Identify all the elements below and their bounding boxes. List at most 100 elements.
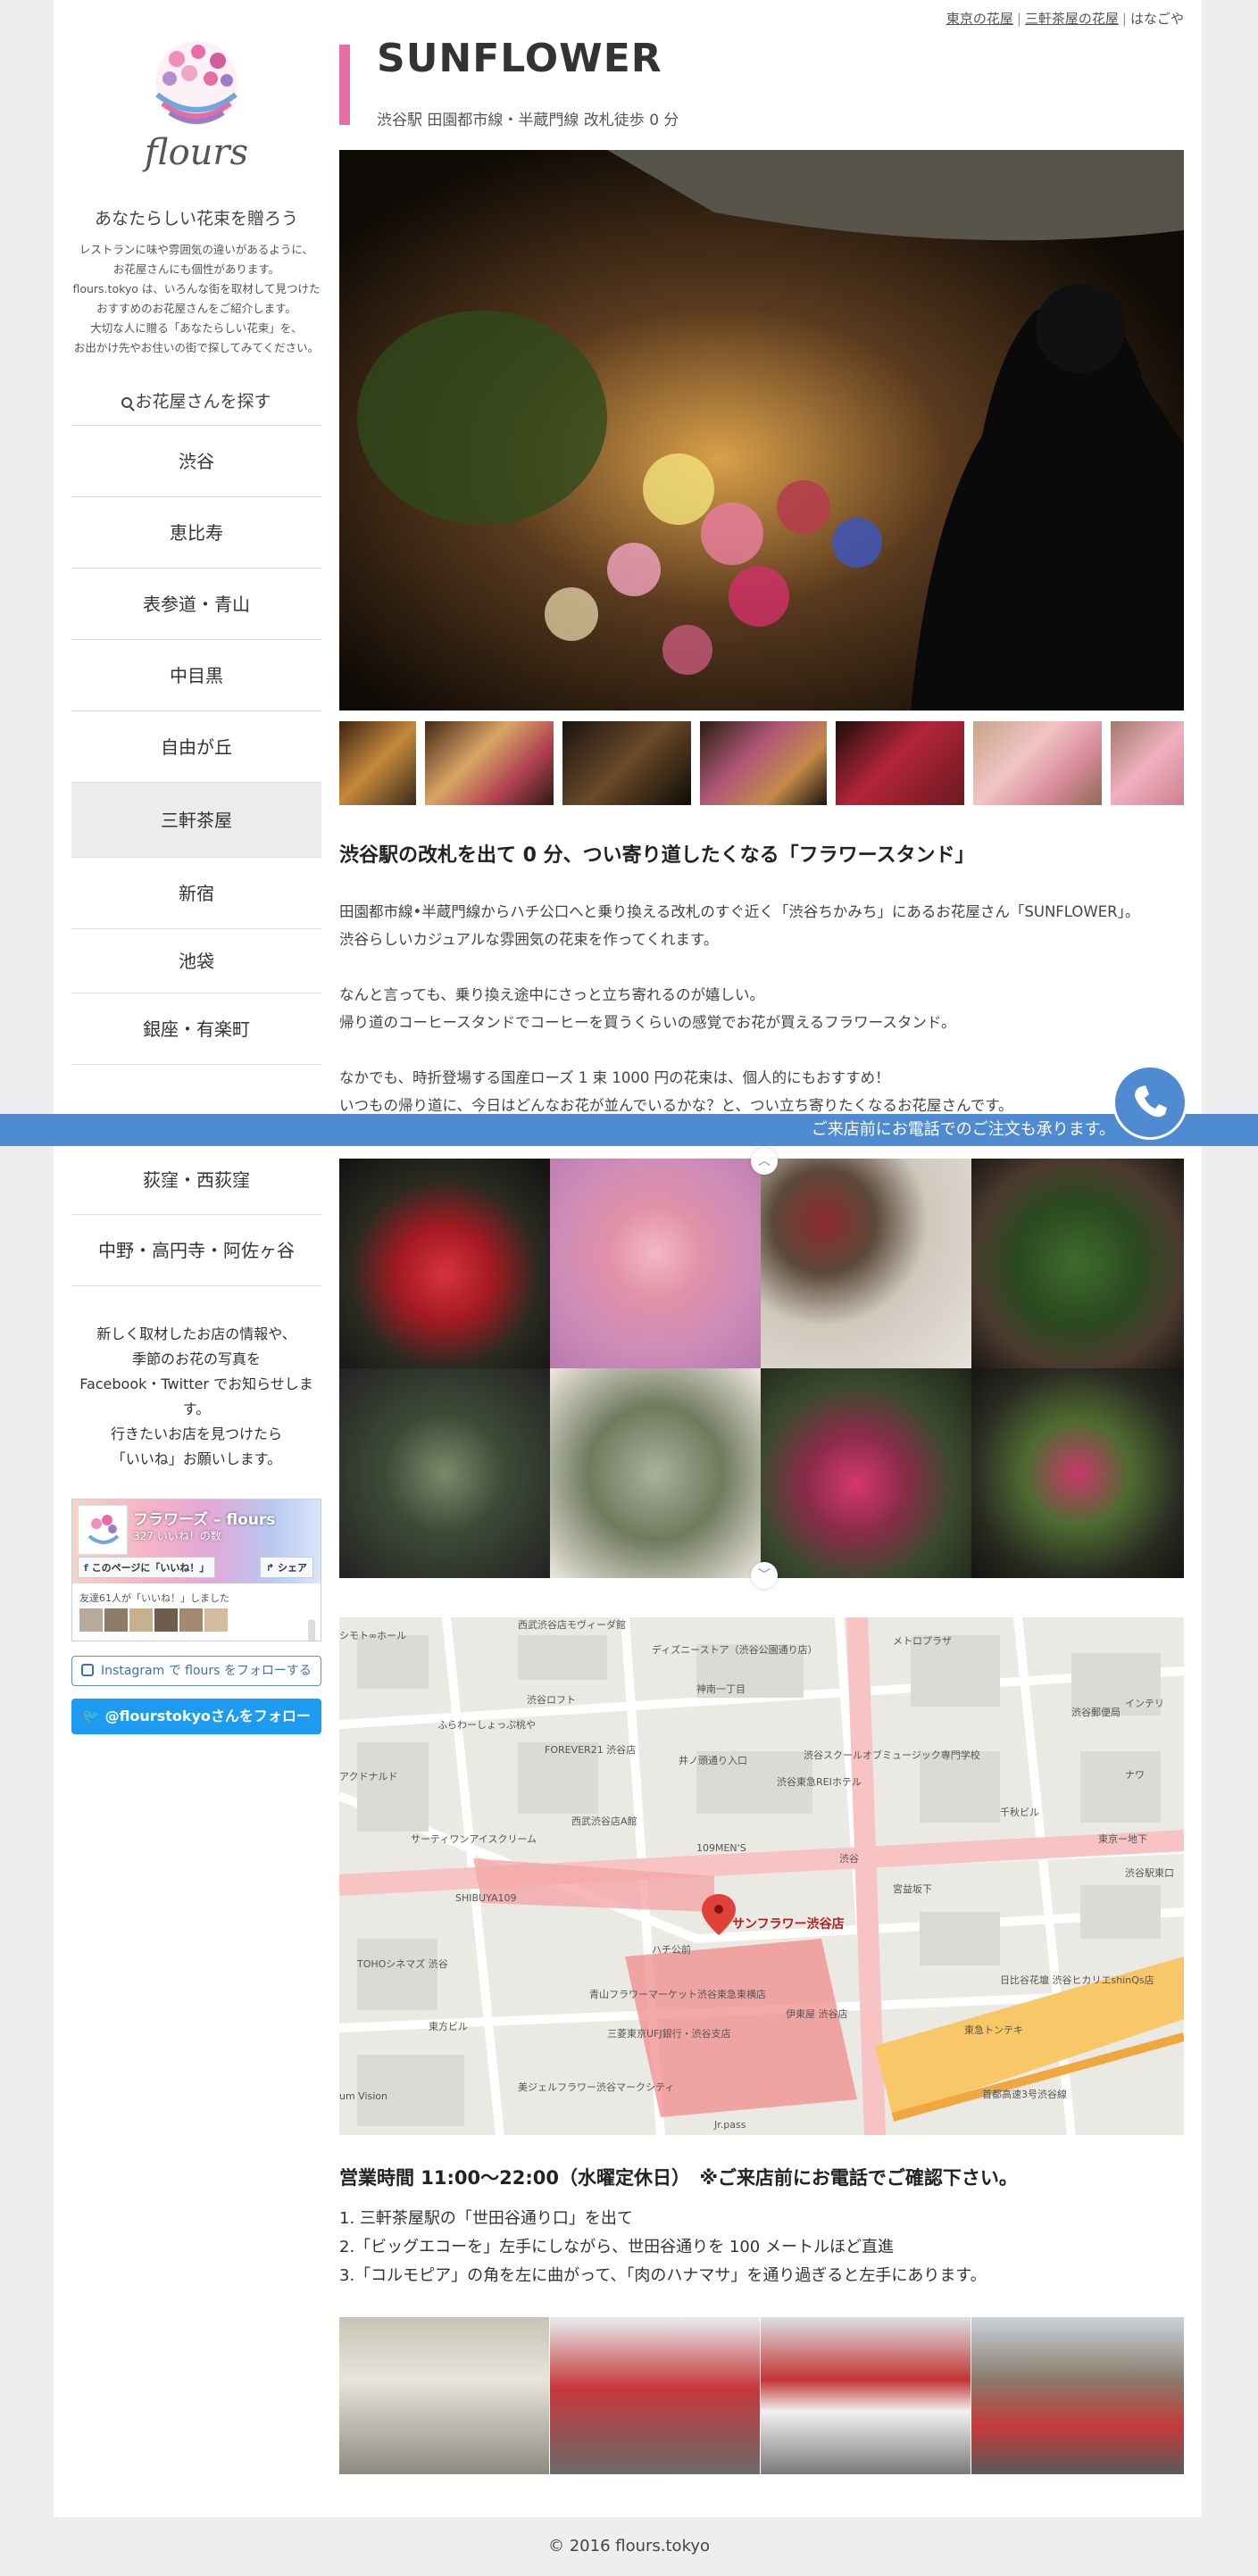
- article-line: 渋谷らしいカジュアルな雰囲気の花束を作ってくれます。: [339, 931, 719, 948]
- route-photo[interactable]: [761, 2317, 971, 2474]
- instagram-follow-button[interactable]: Instagram で flours をフォローする: [71, 1656, 321, 1686]
- instagram-gallery: ︿ ﹀: [339, 1148, 1184, 1589]
- route-photo[interactable]: [339, 2317, 549, 2474]
- intro-line: お花屋さんにも個性があります。: [112, 262, 280, 276]
- facebook-logo-icon: [87, 1515, 120, 1544]
- breadcrumb-link-tokyo[interactable]: 東京の花屋: [946, 11, 1013, 27]
- call-banner[interactable]: ご来店前にお電話でのご注文も承ります。: [0, 1114, 1258, 1146]
- map-label: メトロプラザ: [893, 1635, 952, 1647]
- gallery-image[interactable]: [339, 1159, 550, 1368]
- sidebar-item-sangenjaya[interactable]: 三軒茶屋: [71, 783, 321, 858]
- avatar[interactable]: [179, 1608, 203, 1632]
- map-label: 東方ビル: [429, 2020, 468, 2032]
- site-logo[interactable]: flours: [134, 36, 259, 179]
- facebook-scrollbar[interactable]: [308, 1619, 315, 1641]
- follow-line: 新しく取材したお店の情報や、: [96, 1325, 296, 1342]
- follow-line: Facebook・Twitter でお知らせします。: [79, 1375, 313, 1417]
- article-line: いつもの帰り道に、今日はどんなお花が並んでいるかな？と、つい立ち寄りたくなるお花…: [339, 1097, 1013, 1114]
- sidebar-item-ikebukuro[interactable]: 池袋: [71, 929, 321, 993]
- twitter-follow-button[interactable]: 🐦 @flourstokyoさんをフォロー: [71, 1699, 321, 1734]
- map-label: FOREVER21 渋谷店: [545, 1743, 636, 1756]
- sidebar-item-nakameguro[interactable]: 中目黒: [71, 640, 321, 711]
- gallery-image[interactable]: [971, 1159, 1184, 1368]
- flower-stand-photo: [339, 150, 1184, 710]
- map-label: 渋谷東急REIホテル: [777, 1775, 862, 1788]
- footer-copyright: © 2016 flours.tokyo: [547, 2537, 711, 2555]
- map-label: 首都高速3号渋谷線: [982, 2088, 1067, 2100]
- facebook-share-button[interactable]: ↱ シェア: [259, 1557, 313, 1578]
- chevron-down-icon: ﹀: [758, 1568, 771, 1583]
- gallery-image[interactable]: [550, 1159, 761, 1368]
- map-label: ふらわーしょっぷ桃や: [437, 1718, 536, 1731]
- avatar[interactable]: [79, 1608, 103, 1632]
- sidebar-item-ebisu[interactable]: 恵比寿: [71, 497, 321, 569]
- sidebar-item-omotesando[interactable]: 表参道・青山: [71, 569, 321, 640]
- business-hours: 営業時間 11:00〜22:00（水曜定休日） ※ご来店前にお電話でご確認下さい…: [339, 2167, 1018, 2189]
- thumbnail-image[interactable]: [562, 721, 691, 805]
- page-container: 東京の花屋 | 三軒茶屋の花屋 | はなごや flours あなたらしい花束を贈ろう レ…: [54, 0, 1202, 2517]
- hero-image[interactable]: [339, 150, 1184, 710]
- gallery-image[interactable]: [339, 1368, 550, 1578]
- gallery-image[interactable]: [761, 1159, 971, 1368]
- follow-line: 「いいね」お願いします。: [111, 1450, 282, 1467]
- gallery-image[interactable]: [550, 1368, 761, 1578]
- route-photo[interactable]: [971, 2317, 1184, 2474]
- map-canvas: シモト∞ホール 西武渋谷店モヴィーダ館ディズニーストア（渋谷公園通り店） 渋谷ロフト…: [339, 1617, 1184, 2135]
- phone-icon: [1135, 1085, 1167, 1118]
- route-photo[interactable]: [550, 2317, 760, 2474]
- thumbnail-image[interactable]: [339, 721, 416, 805]
- facebook-like-count: 327 いいね！の数: [133, 1530, 221, 1542]
- facebook-like-button[interactable]: f このページに「いいね！」: [78, 1557, 216, 1578]
- title-accent-bar: [339, 45, 350, 125]
- map-label: 伊東屋 渋谷店: [786, 2007, 848, 2020]
- twitter-follow-label: @flourstokyoさんをフォロー: [104, 1708, 311, 1724]
- avatar[interactable]: [129, 1608, 153, 1632]
- facebook-page-name[interactable]: フラワーズ – flours: [133, 1507, 275, 1529]
- direction-step: 3.「コルモピア」の角を左に曲がって、「肉のハナマサ」を通り過ぎると左手にありま…: [339, 2266, 987, 2285]
- map-label: 東急トンテキ: [964, 2023, 1023, 2036]
- phone-call-button[interactable]: [1112, 1065, 1187, 1140]
- map-label: ディズニーストア（渋谷公園通り店）: [652, 1643, 818, 1656]
- facebook-cover-image: フラワーズ – flours 327 いいね！の数 f このページに「いいね！」…: [72, 1500, 321, 1583]
- logo-text: flours: [144, 132, 249, 173]
- avatar[interactable]: [204, 1608, 228, 1632]
- google-map[interactable]: シモト∞ホール 西武渋谷店モヴィーダ館 ディズニーストア（渋谷公園通り店） 渋谷ロフト…: [339, 1617, 1184, 2135]
- sidebar-item-shibuya[interactable]: 渋谷: [71, 426, 321, 497]
- facebook-page-thumb[interactable]: [78, 1505, 128, 1555]
- map-label: 東京ー地下: [1098, 1832, 1147, 1845]
- map-label: シモト∞ホール: [339, 1630, 406, 1641]
- gallery-image[interactable]: [761, 1368, 971, 1578]
- breadcrumb-current: はなごや: [1129, 11, 1184, 27]
- avatar[interactable]: [154, 1608, 178, 1632]
- twitter-bird-icon: 🐦: [82, 1708, 105, 1724]
- thumbnail-image[interactable]: [425, 721, 554, 805]
- intro-line: レストランに味や雰囲気の違いがあるように、: [79, 243, 314, 256]
- sidebar-item-nakano[interactable]: 中野・高円寺・阿佐ヶ谷: [71, 1215, 321, 1286]
- instagram-icon: [81, 1664, 95, 1676]
- map-label: 三菱東京UFJ銀行・渋谷支店: [607, 2027, 731, 2040]
- thumbnail-image[interactable]: [836, 721, 964, 805]
- breadcrumb: 東京の花屋 | 三軒茶屋の花屋 | はなごや: [946, 11, 1184, 27]
- sidebar-item-jiyugaoka[interactable]: 自由が丘: [71, 711, 321, 783]
- sidebar-item-ginza[interactable]: 銀座・有楽町: [71, 993, 321, 1065]
- thumbnail-image[interactable]: [1111, 721, 1184, 805]
- breadcrumb-link-sangenjaya[interactable]: 三軒茶屋の花屋: [1025, 11, 1119, 27]
- sidebar-item-ogikubo[interactable]: 荻窪・西荻窪: [71, 1145, 321, 1215]
- map-label: 渋谷: [839, 1853, 859, 1865]
- thumbnail-image[interactable]: [973, 721, 1102, 805]
- avatar[interactable]: [104, 1608, 128, 1632]
- thumbnail-image[interactable]: [700, 721, 827, 805]
- gallery-scroll-up-button[interactable]: ︿: [751, 1148, 778, 1175]
- map-label: 青山フラワーマーケット渋谷東急東横店: [589, 1988, 766, 2000]
- map-label: 渋谷ロフト: [527, 1694, 576, 1706]
- gallery-scroll-down-button[interactable]: ﹀: [751, 1562, 778, 1589]
- map-label: SHIBUYA109: [455, 1892, 516, 1904]
- tagline: あなたらしい花束を贈ろう: [94, 209, 298, 229]
- intro-line: おすすめのお花屋さんをご紹介します。: [96, 302, 296, 315]
- page-title: SUNFLOWER: [377, 36, 662, 81]
- search-icon: [121, 397, 133, 408]
- shop-access: 渋谷駅 田園都市線・半蔵門線 改札徒歩 0 分: [377, 112, 679, 129]
- sidebar-item-shinjuku[interactable]: 新宿: [71, 858, 321, 929]
- gallery-image[interactable]: [971, 1368, 1184, 1578]
- chevron-up-icon: ︿: [758, 1154, 771, 1168]
